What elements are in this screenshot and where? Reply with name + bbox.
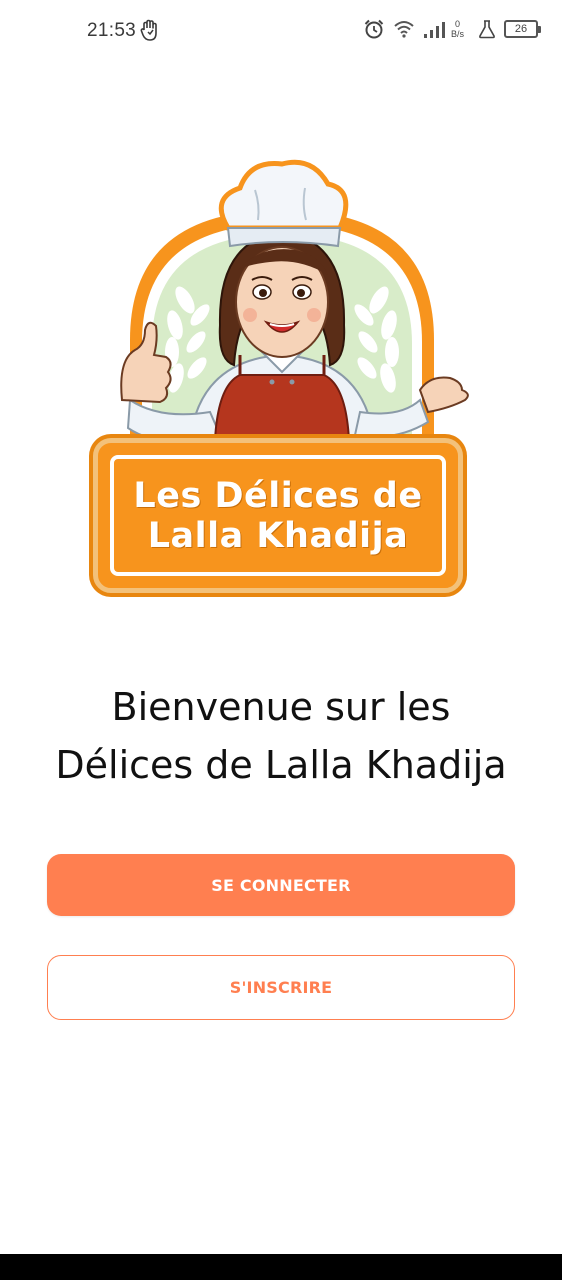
logo-banner: Les Délices de Lalla Khadija [93, 438, 463, 593]
signup-button[interactable]: S'INSCRIRE [47, 955, 515, 1020]
login-button[interactable]: SE CONNECTER [47, 854, 515, 916]
login-button-label: SE CONNECTER [211, 875, 351, 895]
battery-level: 26 [514, 23, 528, 35]
status-icons: 0 B/s 26 [363, 18, 541, 40]
status-time: 21:53 [87, 20, 137, 41]
welcome-screen: 21:53 0 B/s 26 Les Délices de Lalla Khad… [0, 0, 562, 1280]
app-logo: Les Délices de Lalla Khadija [90, 150, 474, 600]
network-speed: 0 B/s [451, 19, 464, 39]
battery-indicator: 26 [504, 20, 541, 38]
wifi-icon [393, 19, 415, 39]
logo-text-line-1: Les Délices de [133, 475, 423, 516]
navigation-bar [0, 1254, 562, 1280]
signup-button-label: S'INSCRIRE [229, 978, 333, 997]
signal-icon [423, 19, 445, 39]
flask-icon [478, 19, 496, 39]
status-bar: 21:53 0 B/s 26 [0, 0, 562, 64]
welcome-title: Bienvenue sur les Délices de Lalla Khadi… [20, 678, 542, 794]
network-speed-value: 0 [454, 19, 460, 29]
network-speed-unit: B/s [450, 29, 464, 39]
welcome-title-line-1: Bienvenue sur les [111, 685, 451, 729]
logo-text-line-2: Lalla Khadija [147, 515, 409, 556]
alarm-icon [363, 18, 385, 40]
welcome-title-line-2: Délices de Lalla Khadija [55, 743, 507, 787]
hand-shield-icon [140, 19, 162, 43]
